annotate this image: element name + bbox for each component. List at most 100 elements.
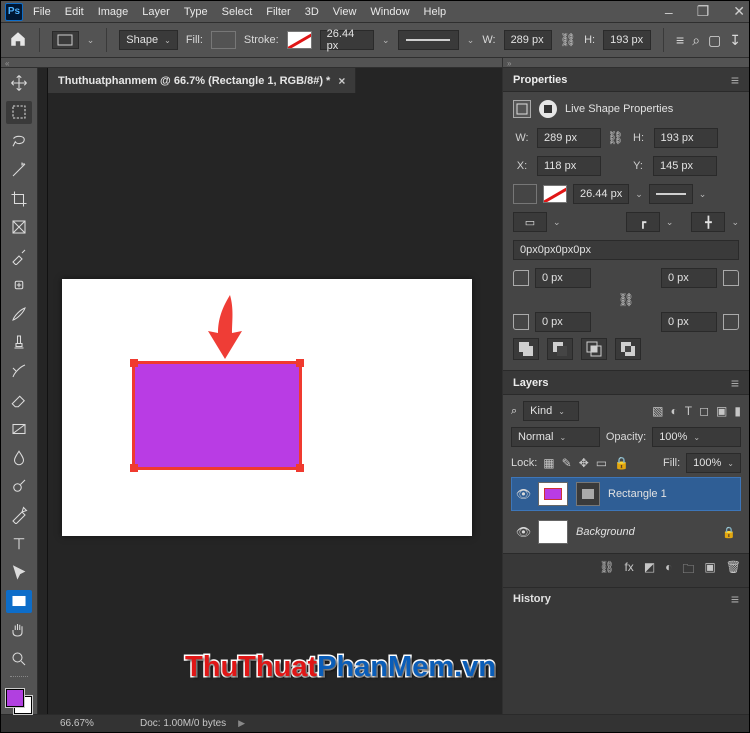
share-icon[interactable]: ↧ [729, 32, 741, 49]
layer-thumbnail[interactable] [538, 520, 568, 544]
window-restore-button[interactable]: ❐ [697, 3, 710, 20]
rectangle-shape[interactable] [132, 361, 302, 470]
canvas-wrap[interactable]: ThuThuatPhanMem.vn [48, 93, 502, 714]
menu-3d[interactable]: 3D [305, 6, 319, 18]
layer-visibility-icon[interactable]: 👁 [516, 525, 530, 539]
opacity-field[interactable]: 100% ⌄ [652, 427, 741, 447]
layers-panel-header[interactable]: Layers ≡ [503, 371, 749, 395]
layer-row[interactable]: 👁 Background 🔒 [511, 515, 741, 549]
pen-tool[interactable] [6, 504, 32, 527]
document-tab-close[interactable]: × [338, 74, 345, 88]
hand-tool[interactable] [6, 619, 32, 642]
menu-help[interactable]: Help [424, 6, 447, 18]
window-close-button[interactable]: ✕ [733, 3, 745, 20]
delete-layer-icon[interactable]: 🗑 [726, 560, 741, 581]
transform-handle-tr[interactable] [296, 359, 304, 367]
layer-visibility-icon[interactable]: 👁 [516, 487, 530, 501]
history-panel-header[interactable]: History ≡ [503, 588, 749, 610]
canvas[interactable] [62, 279, 472, 536]
stroke-width-field[interactable]: 26.44 px [320, 30, 374, 50]
window-minimize-button[interactable]: – [665, 4, 673, 20]
prop-w-field[interactable]: 289 px [537, 128, 601, 148]
lock-all-icon[interactable]: 🔒 [614, 456, 629, 470]
corner-link-icon[interactable]: ⛓ [618, 292, 635, 307]
prop-fill-swatch[interactable] [513, 184, 537, 204]
move-tool[interactable] [6, 72, 32, 95]
properties-panel-header[interactable]: Properties ≡ [503, 68, 749, 92]
prop-stroke-width[interactable]: 26.44 px [573, 184, 629, 204]
menu-view[interactable]: View [333, 6, 357, 18]
menu-window[interactable]: Window [370, 6, 409, 18]
status-docsize[interactable]: Doc: 1.00M/0 bytes [140, 718, 226, 729]
layer-mask-icon[interactable]: ◩ [644, 560, 655, 581]
adjustment-layer-icon[interactable]: ◐ [665, 560, 672, 581]
healing-tool[interactable] [6, 273, 32, 296]
lasso-tool[interactable] [6, 130, 32, 153]
prop-stroke-style[interactable] [649, 184, 693, 204]
filter-smart-icon[interactable]: ▣ [716, 404, 727, 418]
layer-fill-field[interactable]: 100% ⌄ [686, 453, 741, 473]
status-zoom[interactable]: 66.67% [60, 718, 126, 729]
panel-menu-icon[interactable]: ≡ [731, 72, 739, 88]
eraser-tool[interactable] [6, 389, 32, 412]
frame-tool[interactable] [6, 216, 32, 239]
link-wh-icon[interactable]: ⛓ [560, 32, 577, 48]
menu-layer[interactable]: Layer [142, 6, 170, 18]
stroke-style-caret[interactable]: ⌄ [467, 35, 475, 46]
stamp-tool[interactable] [6, 331, 32, 354]
gradient-tool[interactable] [6, 417, 32, 440]
chevron-down-icon[interactable]: ⌄ [666, 217, 674, 228]
new-layer-icon[interactable]: ▣ [704, 560, 715, 581]
height-field[interactable]: 193 px [603, 30, 651, 50]
chevron-down-icon[interactable]: ⌄ [699, 189, 707, 200]
prop-corner-dropdown[interactable]: ┏ [626, 212, 660, 232]
prop-stroke-swatch[interactable] [543, 185, 567, 203]
document-tab[interactable]: Thuthuatphanmem @ 66.7% (Rectangle 1, RG… [48, 68, 356, 93]
menu-type[interactable]: Type [184, 6, 208, 18]
stroke-style-dropdown[interactable] [398, 30, 459, 50]
layer-lock-icon[interactable]: 🔒 [722, 526, 736, 539]
foreground-color-well[interactable] [6, 689, 24, 707]
home-button[interactable] [9, 30, 27, 51]
transform-handle-tl[interactable] [130, 359, 138, 367]
panel-menu-icon[interactable]: ≡ [731, 591, 739, 607]
filter-toggle[interactable]: ▮ [734, 404, 741, 418]
zoom-tool[interactable] [6, 648, 32, 671]
fill-color-swatch[interactable] [211, 31, 236, 49]
path-select-tool[interactable] [6, 561, 32, 584]
group-layers-icon[interactable]: 🗀 [682, 560, 694, 581]
eyedropper-tool[interactable] [6, 245, 32, 268]
magic-wand-tool[interactable] [6, 158, 32, 181]
layer-thumbnail[interactable] [538, 482, 568, 506]
marquee-tool[interactable] [6, 101, 32, 124]
chevron-down-icon[interactable]: ⌄ [635, 189, 643, 200]
frame-icon[interactable]: ▢ [708, 32, 721, 49]
search-icon[interactable]: ⌕ [692, 32, 700, 49]
menu-image[interactable]: Image [98, 6, 129, 18]
pathfinder-subtract[interactable] [547, 338, 573, 360]
rectangle-tool[interactable] [6, 590, 32, 613]
panels-collapse[interactable]: » [502, 58, 749, 68]
dodge-tool[interactable] [6, 475, 32, 498]
layer-vector-mask[interactable] [576, 482, 600, 506]
prop-x-field[interactable]: 118 px [537, 156, 601, 176]
prop-link-icon[interactable]: ⛓ [607, 130, 624, 146]
corner-br-field[interactable]: 0 px [661, 312, 717, 332]
history-brush-tool[interactable] [6, 360, 32, 383]
filter-adjust-icon[interactable]: ◐ [670, 404, 677, 418]
stroke-width-caret[interactable]: ⌄ [382, 35, 390, 46]
filter-shape-icon[interactable]: ◻ [699, 404, 709, 418]
prop-h-field[interactable]: 193 px [654, 128, 718, 148]
blur-tool[interactable] [6, 446, 32, 469]
corner-tr-field[interactable]: 0 px [661, 268, 717, 288]
toolbox-collapse[interactable]: « [1, 58, 38, 68]
layer-row[interactable]: 👁 Rectangle 1 [511, 477, 741, 511]
status-arrow-icon[interactable]: ▶ [238, 718, 245, 729]
layer-filter-kind[interactable]: Kind ⌄ [523, 401, 579, 421]
layer-filter-search-icon[interactable]: ⌕ [511, 405, 517, 418]
align-edges-button[interactable]: ≡ [676, 32, 684, 49]
pathfinder-unite[interactable] [513, 338, 539, 360]
crop-tool[interactable] [6, 187, 32, 210]
tool-preset-caret[interactable]: ⌄ [87, 35, 95, 46]
corner-bl-field[interactable]: 0 px [535, 312, 591, 332]
